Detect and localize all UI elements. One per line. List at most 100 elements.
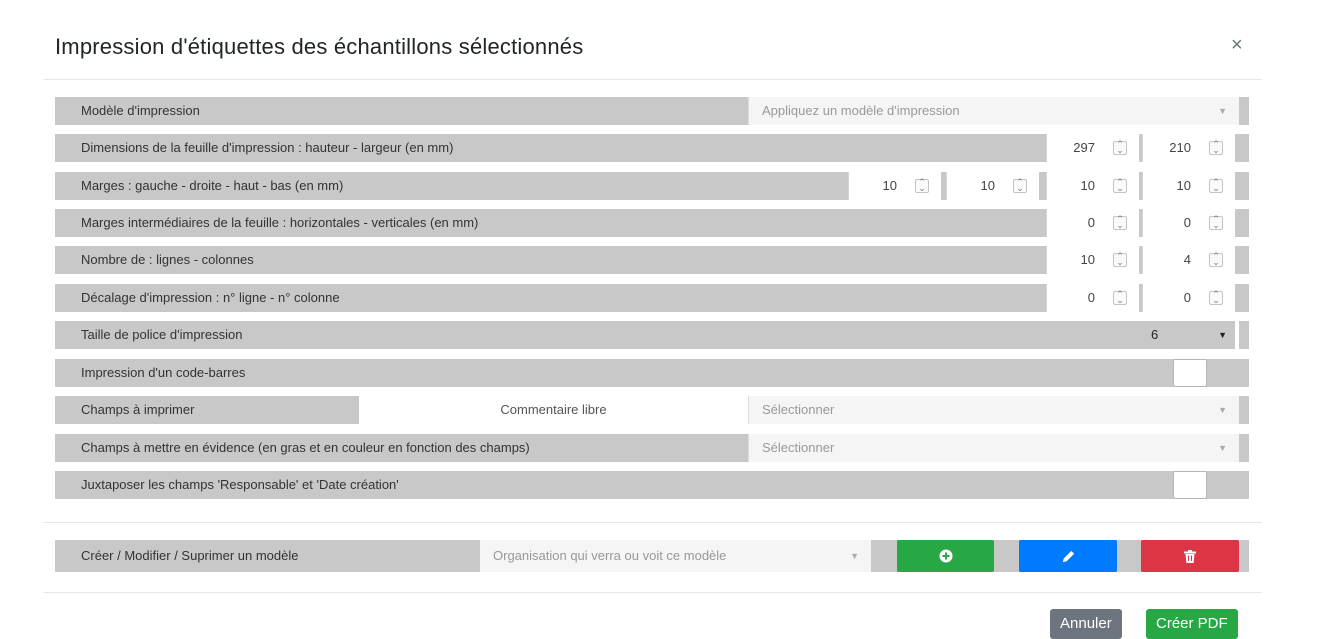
spinner-icon[interactable]: ⌃ ⌄ <box>1113 252 1127 267</box>
font-size-label: Taille de police d'impression <box>81 327 243 342</box>
margin-right-value: 10 <box>980 178 995 193</box>
margins-label: Marges : gauche - droite - haut - bas (e… <box>81 178 344 193</box>
offset-column-input[interactable]: 0 ⌃ ⌄ <box>1142 284 1235 312</box>
row-end <box>1239 540 1249 572</box>
organisation-select[interactable]: Organisation qui verra ou voit ce modèle… <box>480 540 871 572</box>
margin-top-value: 10 <box>1080 178 1095 193</box>
juxtapose-checkbox[interactable] <box>1173 471 1207 499</box>
grid-row: Nombre de : lignes - colonnes 10 ⌃ ⌄ 4 ⌃ ⌄ <box>55 246 1249 274</box>
inner-margin-horizontal-input[interactable]: 0 ⌃ ⌄ <box>1046 209 1139 237</box>
dialog-title: Impression d'étiquettes des échantillons… <box>55 34 584 59</box>
lines-value: 10 <box>1080 252 1095 267</box>
offset-line-input[interactable]: 0 ⌃ ⌄ <box>1046 284 1139 312</box>
row-end <box>1239 321 1249 349</box>
fields-select[interactable]: Sélectionner ▼ <box>748 396 1239 424</box>
offset-column-value: 0 <box>1183 290 1191 305</box>
barcode-checkbox[interactable] <box>1173 359 1207 387</box>
highlight-label: Champs à mettre en évidence (en gras et … <box>81 440 530 455</box>
fields-label: Champs à imprimer <box>81 402 195 417</box>
margin-top-input[interactable]: 10 ⌃ ⌄ <box>1046 172 1139 200</box>
font-size-value: 6 <box>1151 327 1159 342</box>
fields-placeholder: Sélectionner <box>762 402 835 417</box>
grid-label: Nombre de : lignes - colonnes <box>81 252 254 267</box>
margin-right-input[interactable]: 10 ⌃ ⌄ <box>946 172 1039 200</box>
juxtapose-label: Juxtaposer les champs 'Responsable' et '… <box>81 477 399 492</box>
spinner-icon[interactable]: ⌃ ⌄ <box>1209 178 1223 193</box>
sheet-width-value: 210 <box>1169 140 1191 155</box>
inner-margins-label: Marges intermédiaires de la feuille : ho… <box>81 215 479 230</box>
manage-label-cell: Créer / Modifier / Suprimer un modèle <box>55 540 480 572</box>
chevron-down-icon: ▼ <box>1218 443 1227 453</box>
template-placeholder: Appliquez un modèle d'impression <box>762 103 960 118</box>
sheet-dimensions-row: Dimensions de la feuille d'impression : … <box>55 134 1249 162</box>
sheet-width-input[interactable]: 210 ⌃ ⌄ <box>1142 134 1235 162</box>
font-size-select[interactable]: 6 ▼ <box>1139 321 1239 349</box>
chevron-down-icon: ▼ <box>1218 330 1227 340</box>
chevron-down-icon: ▼ <box>850 551 859 561</box>
footer-divider <box>44 592 1262 593</box>
highlight-select[interactable]: Sélectionner ▼ <box>748 434 1239 462</box>
row-end <box>1239 396 1249 424</box>
header-divider <box>44 79 1262 80</box>
manage-templates-row: Créer / Modifier / Suprimer un modèle Or… <box>55 540 1249 572</box>
edit-template-button[interactable] <box>1019 540 1117 572</box>
spinner-icon[interactable]: ⌃ ⌄ <box>1013 178 1027 193</box>
inner-margin-vertical-value: 0 <box>1183 215 1191 230</box>
spinner-icon[interactable]: ⌃ ⌄ <box>1113 215 1127 230</box>
margin-bottom-value: 10 <box>1176 178 1191 193</box>
inner-margin-vertical-input[interactable]: 0 ⌃ ⌄ <box>1142 209 1235 237</box>
highlight-row: Champs à mettre en évidence (en gras et … <box>55 434 1249 462</box>
offset-line-value: 0 <box>1087 290 1095 305</box>
font-size-row: Taille de police d'impression 6 ▼ <box>55 321 1249 349</box>
spinner-icon[interactable]: ⌃ ⌄ <box>1113 140 1127 155</box>
columns-input[interactable]: 4 ⌃ ⌄ <box>1142 246 1235 274</box>
highlight-placeholder: Sélectionner <box>762 440 835 455</box>
chevron-down-icon: ▼ <box>1218 405 1227 415</box>
section-divider <box>44 522 1262 523</box>
print-labels-dialog: Impression d'étiquettes des échantillons… <box>0 0 1324 639</box>
plus-circle-icon <box>939 549 952 563</box>
row-end <box>1239 434 1249 462</box>
inner-margin-horizontal-value: 0 <box>1087 215 1095 230</box>
offset-label: Décalage d'impression : n° ligne - n° co… <box>81 290 340 305</box>
margin-left-input[interactable]: 10 ⌃ ⌄ <box>848 172 941 200</box>
row-end <box>1239 246 1249 274</box>
row-end <box>1239 97 1249 125</box>
spinner-icon[interactable]: ⌃ ⌄ <box>1113 290 1127 305</box>
trash-icon <box>1184 549 1196 563</box>
sheet-height-value: 297 <box>1073 140 1095 155</box>
barcode-label: Impression d'un code-barres <box>81 365 246 380</box>
free-comment-chip[interactable]: Commentaire libre <box>359 396 748 424</box>
row-end <box>1239 134 1249 162</box>
add-template-button[interactable] <box>897 540 994 572</box>
spinner-icon[interactable]: ⌃ ⌄ <box>1209 140 1223 155</box>
organisation-placeholder: Organisation qui verra ou voit ce modèle <box>493 548 727 563</box>
inner-margins-row: Marges intermédiaires de la feuille : ho… <box>55 209 1249 237</box>
margin-bottom-input[interactable]: 10 ⌃ ⌄ <box>1142 172 1235 200</box>
close-icon[interactable]: × <box>1231 34 1243 56</box>
template-select[interactable]: Appliquez un modèle d'impression ▼ <box>748 97 1239 125</box>
sheet-dimensions-label: Dimensions de la feuille d'impression : … <box>81 140 454 155</box>
spinner-icon[interactable]: ⌃ ⌄ <box>1209 290 1223 305</box>
spinner-icon[interactable]: ⌃ ⌄ <box>1113 178 1127 193</box>
create-pdf-button[interactable]: Créer PDF <box>1146 609 1238 639</box>
margin-left-value: 10 <box>882 178 897 193</box>
spinner-icon[interactable]: ⌃ ⌄ <box>915 178 929 193</box>
delete-template-button[interactable] <box>1141 540 1239 572</box>
chevron-down-icon: ▼ <box>1218 106 1227 116</box>
cancel-button[interactable]: Annuler <box>1050 609 1122 639</box>
columns-value: 4 <box>1183 252 1191 267</box>
free-comment-label: Commentaire libre <box>500 402 607 417</box>
row-end <box>1239 172 1249 200</box>
offset-row: Décalage d'impression : n° ligne - n° co… <box>55 284 1249 312</box>
margins-row: Marges : gauche - droite - haut - bas (e… <box>55 172 1249 200</box>
row-end <box>1239 209 1249 237</box>
template-row: Modèle d'impression Appliquez un modèle … <box>55 97 1249 125</box>
fields-row: Champs à imprimer Commentaire libre Séle… <box>55 396 1249 424</box>
spinner-icon[interactable]: ⌃ ⌄ <box>1209 215 1223 230</box>
sheet-height-input[interactable]: 297 ⌃ ⌄ <box>1046 134 1139 162</box>
manage-label: Créer / Modifier / Suprimer un modèle <box>81 548 299 563</box>
spinner-icon[interactable]: ⌃ ⌄ <box>1209 252 1223 267</box>
lines-input[interactable]: 10 ⌃ ⌄ <box>1046 246 1139 274</box>
juxtapose-row: Juxtaposer les champs 'Responsable' et '… <box>55 471 1249 499</box>
